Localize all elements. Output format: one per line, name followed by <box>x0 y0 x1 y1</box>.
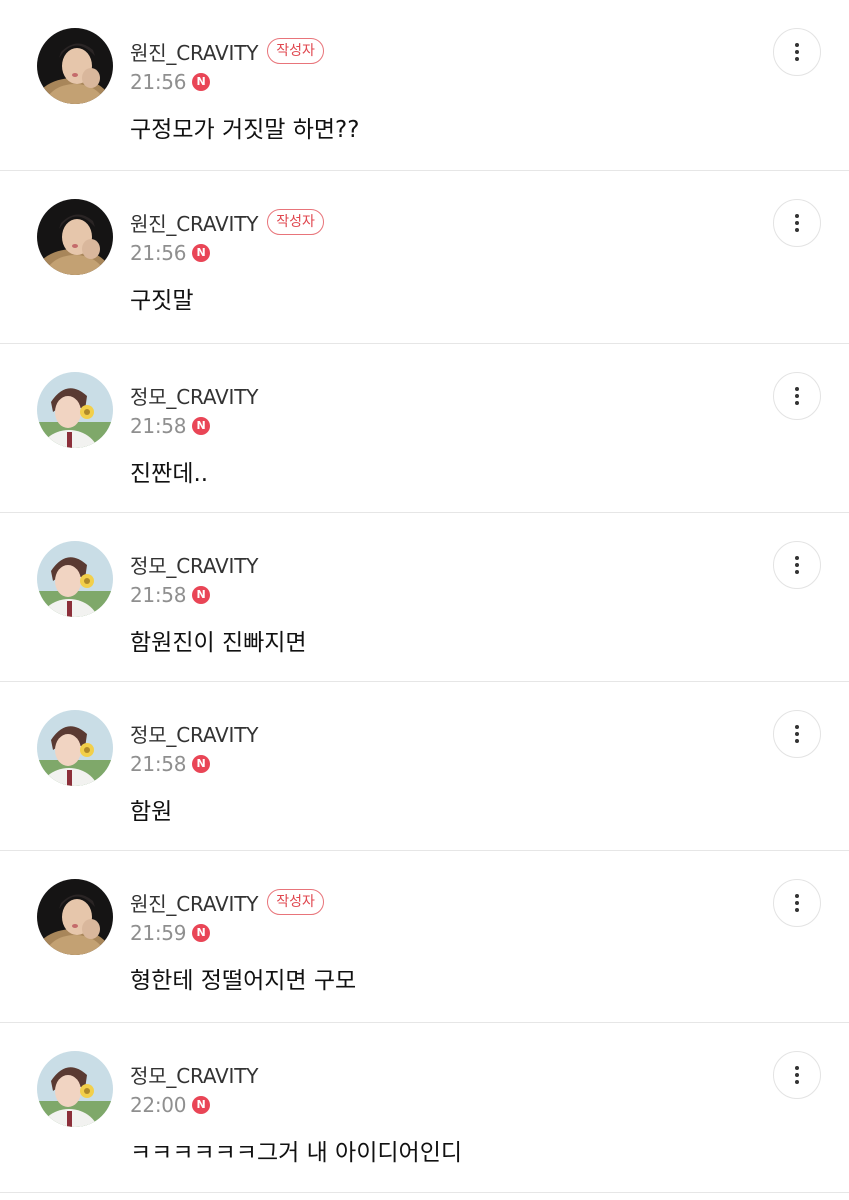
comment-time: 21:58 <box>130 583 187 607</box>
time-line: 21:56 N <box>130 68 211 96</box>
comment-item: 정모_CRAVITY 21:58 N 함원 <box>0 682 849 851</box>
avatar[interactable] <box>37 541 113 617</box>
author-line: 정모_CRAVITY <box>130 718 258 748</box>
comment-time: 21:59 <box>130 921 187 945</box>
comment-text: 구짓말 <box>130 288 194 314</box>
vertical-ellipsis-icon <box>795 214 799 218</box>
author-line: 원진_CRAVITY 작성자 <box>130 887 324 917</box>
vertical-ellipsis-icon <box>795 387 799 391</box>
comment-item: 원진_CRAVITY 작성자 21:59 N 형한테 정떨어지면 구모 <box>0 851 849 1023</box>
writer-badge: 작성자 <box>267 889 324 915</box>
comment-text: 함원 <box>130 799 173 825</box>
avatar[interactable] <box>37 1051 113 1127</box>
avatar-image-jungmo <box>37 541 113 617</box>
writer-badge: 작성자 <box>267 38 324 64</box>
time-line: 21:56 N <box>130 239 211 267</box>
writer-badge: 작성자 <box>267 209 324 235</box>
time-line: 21:58 N <box>130 581 211 609</box>
author-line: 원진_CRAVITY 작성자 <box>130 207 324 237</box>
comment-item: 원진_CRAVITY 작성자 21:56 N 구짓말 <box>0 171 849 344</box>
comment-text: ㅋㅋㅋㅋㅋㅋ그거 내 아이디어인디 <box>130 1140 463 1166</box>
vertical-ellipsis-icon <box>795 894 799 898</box>
new-n-icon: N <box>192 755 211 773</box>
avatar[interactable] <box>37 710 113 786</box>
avatar[interactable] <box>37 199 113 275</box>
new-n-icon: N <box>192 1096 211 1114</box>
author-name[interactable]: 정모_CRAVITY <box>130 719 258 748</box>
comment-item: 정모_CRAVITY 21:58 N 진짠데.. <box>0 344 849 513</box>
author-line: 정모_CRAVITY <box>130 1059 258 1089</box>
author-line: 원진_CRAVITY 작성자 <box>130 36 324 66</box>
author-name[interactable]: 정모_CRAVITY <box>130 1060 258 1089</box>
avatar-image-wonjin <box>37 879 113 955</box>
author-name[interactable]: 정모_CRAVITY <box>130 550 258 579</box>
comment-text: 함원진이 진빠지면 <box>130 630 307 656</box>
author-line: 정모_CRAVITY <box>130 549 258 579</box>
new-n-icon: N <box>192 244 211 262</box>
comment-item: 원진_CRAVITY 작성자 21:56 N 구정모가 거짓말 하면?? <box>0 0 849 171</box>
avatar-image-wonjin <box>37 199 113 275</box>
avatar-image-jungmo <box>37 372 113 448</box>
new-n-icon: N <box>192 417 211 435</box>
vertical-ellipsis-icon <box>795 1066 799 1070</box>
more-options-button[interactable] <box>773 541 821 589</box>
comment-item: 정모_CRAVITY 21:58 N 함원진이 진빠지면 <box>0 513 849 682</box>
avatar[interactable] <box>37 28 113 104</box>
vertical-ellipsis-icon <box>795 725 799 729</box>
vertical-ellipsis-icon <box>795 43 799 47</box>
author-name[interactable]: 원진_CRAVITY <box>130 888 258 917</box>
time-line: 22:00 N <box>130 1091 211 1119</box>
new-n-icon: N <box>192 924 211 942</box>
comment-time: 21:58 <box>130 414 187 438</box>
comment-time: 22:00 <box>130 1093 187 1117</box>
more-options-button[interactable] <box>773 199 821 247</box>
vertical-ellipsis-icon <box>795 556 799 560</box>
author-line: 정모_CRAVITY <box>130 380 258 410</box>
avatar[interactable] <box>37 372 113 448</box>
time-line: 21:58 N <box>130 750 211 778</box>
comment-time: 21:58 <box>130 752 187 776</box>
avatar-image-jungmo <box>37 710 113 786</box>
comment-item: 정모_CRAVITY 22:00 N ㅋㅋㅋㅋㅋㅋ그거 내 아이디어인디 <box>0 1023 849 1193</box>
avatar-image-wonjin <box>37 28 113 104</box>
comment-text: 형한테 정떨어지면 구모 <box>130 968 357 994</box>
comment-time: 21:56 <box>130 241 187 265</box>
more-options-button[interactable] <box>773 28 821 76</box>
author-name[interactable]: 정모_CRAVITY <box>130 381 258 410</box>
comment-text: 구정모가 거짓말 하면?? <box>130 117 360 143</box>
time-line: 21:59 N <box>130 919 211 947</box>
avatar-image-jungmo <box>37 1051 113 1127</box>
comment-text: 진짠데.. <box>130 461 209 487</box>
avatar[interactable] <box>37 879 113 955</box>
time-line: 21:58 N <box>130 412 211 440</box>
more-options-button[interactable] <box>773 372 821 420</box>
new-n-icon: N <box>192 73 211 91</box>
more-options-button[interactable] <box>773 710 821 758</box>
author-name[interactable]: 원진_CRAVITY <box>130 37 258 66</box>
comment-time: 21:56 <box>130 70 187 94</box>
more-options-button[interactable] <box>773 1051 821 1099</box>
author-name[interactable]: 원진_CRAVITY <box>130 208 258 237</box>
new-n-icon: N <box>192 586 211 604</box>
more-options-button[interactable] <box>773 879 821 927</box>
